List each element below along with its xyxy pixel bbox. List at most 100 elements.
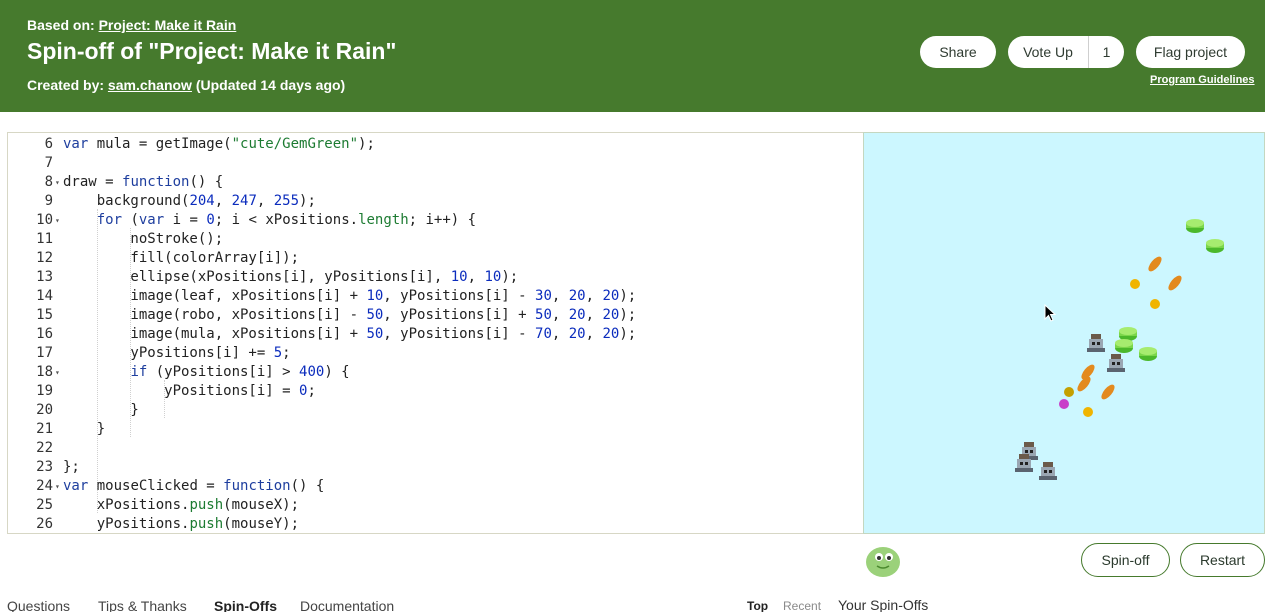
mouse-cursor-icon [1044, 303, 1057, 322]
line-number: 22 [36, 440, 53, 456]
tab-spin-offs[interactable]: Spin-Offs [214, 598, 277, 612]
spin-off-button[interactable]: Spin-off [1081, 543, 1170, 577]
leaf-icon [1101, 384, 1115, 400]
line-number: 15 [36, 307, 53, 323]
share-button[interactable]: Share [920, 36, 996, 68]
code-line[interactable]: 14 image(leaf, xPositions[i] + 10, yPosi… [8, 287, 863, 306]
code-text: fill(colorArray[i]); [63, 250, 300, 266]
sort-recent[interactable]: Recent [783, 599, 821, 612]
code-line[interactable]: 16 image(mula, xPositions[i] + 50, yPosi… [8, 325, 863, 344]
code-text: ellipse(xPositions[i], yPositions[i], 10… [63, 269, 519, 285]
code-line[interactable]: 22 [8, 439, 863, 458]
code-text: image(leaf, xPositions[i] + 10, yPositio… [63, 288, 637, 304]
code-text: noStroke(); [63, 231, 224, 247]
line-number: 8 [44, 174, 53, 190]
line-number: 19 [36, 383, 53, 399]
project-header: Based on: Project: Make it Rain Spin-off… [0, 0, 1265, 112]
code-text: xPositions.push(mouseX); [63, 497, 300, 513]
created-by-label: Created by: [27, 77, 105, 93]
code-line[interactable]: 24 ▾ var mouseClicked = function() { [8, 477, 863, 496]
line-number: 17 [36, 345, 53, 361]
line-number: 25 [36, 497, 53, 513]
code-line[interactable]: 26 yPositions.push(mouseY); [8, 515, 863, 533]
spin-off-label: Spin-off [1101, 552, 1150, 568]
tab-questions[interactable]: Questions [7, 598, 70, 612]
line-number: 11 [36, 231, 53, 247]
dot [1064, 387, 1074, 397]
vote-up-label: Vote Up [1023, 44, 1073, 60]
code-text: if (yPositions[i] > 400) { [130, 364, 350, 380]
flag-project-button[interactable]: Flag project [1136, 36, 1245, 68]
canvas-drawing [1015, 219, 1224, 480]
code-line[interactable]: 23}; [8, 458, 863, 477]
your-spin-offs[interactable]: Your Spin-Offs [838, 597, 928, 612]
avatar [864, 543, 902, 579]
fold-arrow-icon[interactable]: ▾ [55, 477, 63, 496]
code-text: }; [63, 459, 80, 475]
code-line[interactable]: 12 fill(colorArray[i]); [8, 249, 863, 268]
code-text: background(204, 247, 255); [63, 193, 316, 209]
code-text: var mula = getImage("cute/GemGreen"); [63, 136, 375, 152]
restart-button[interactable]: Restart [1180, 543, 1265, 577]
line-number: 7 [44, 155, 53, 171]
fold-arrow-icon[interactable]: ▾ [55, 363, 63, 382]
code-line[interactable]: 15 image(robo, xPositions[i] - 50, yPosi… [8, 306, 863, 325]
code-text: yPositions.push(mouseY); [63, 516, 300, 532]
code-editor[interactable]: 6 var mula = getImage("cute/GemGreen"); 7 8… [7, 132, 863, 534]
dot [1150, 299, 1160, 309]
line-number: 12 [36, 250, 53, 266]
code-text: draw = function() { [63, 174, 224, 190]
robot-icon [1107, 354, 1125, 372]
code-line[interactable]: 10 ▾ for (var i = 0; i < xPositions.lengt… [8, 211, 863, 230]
code-line[interactable]: 19 yPositions[i] = 0; [8, 382, 863, 401]
author-link[interactable]: sam.chanow [108, 77, 192, 93]
code-line[interactable]: 8 ▾ draw = function() { [8, 173, 863, 192]
fold-arrow-icon[interactable]: ▾ [55, 211, 63, 230]
program-output-canvas[interactable] [863, 132, 1265, 534]
code-line[interactable]: 9 background(204, 247, 255); [8, 192, 863, 211]
share-label: Share [939, 44, 977, 60]
code-text: } [63, 421, 106, 437]
line-number: 20 [36, 402, 53, 418]
tab-tips-thanks[interactable]: Tips & Thanks [98, 598, 187, 612]
based-on-link[interactable]: Project: Make it Rain [99, 17, 237, 33]
line-number: 14 [36, 288, 53, 304]
vote-up-button[interactable]: Vote Up 1 [1008, 36, 1124, 68]
created-by: Created by: sam.chanow (Updated 14 days … [27, 77, 345, 93]
code-line[interactable]: 13 ellipse(xPositions[i], yPositions[i],… [8, 268, 863, 287]
fold-arrow-icon[interactable]: ▾ [55, 173, 63, 192]
gem-green-icon [1139, 347, 1157, 361]
code-text: for (var i = 0; i < xPositions.length; i… [96, 212, 477, 228]
line-number: 10 [36, 212, 53, 228]
vote-count: 1 [1102, 44, 1111, 60]
line-number: 9 [44, 193, 53, 209]
code-text: yPositions[i] = 0; [63, 383, 316, 399]
sort-top[interactable]: Top [747, 599, 768, 612]
code-line[interactable]: 21 } [8, 420, 863, 439]
code-line[interactable]: 17 yPositions[i] += 5; [8, 344, 863, 363]
code-line[interactable]: 25 xPositions.push(mouseX); [8, 496, 863, 515]
program-guidelines-link[interactable]: Program Guidelines [1150, 74, 1255, 86]
robot-icon [1087, 334, 1105, 352]
line-number: 21 [36, 421, 53, 437]
tab-documentation[interactable]: Documentation [300, 598, 394, 612]
leaf-icon [1168, 275, 1182, 291]
code-text: } [63, 402, 139, 418]
code-line[interactable]: 18 ▾ if (yPositions[i] > 400) { [8, 363, 863, 382]
code-line[interactable]: 6 var mula = getImage("cute/GemGreen"); [8, 135, 863, 154]
flag-label: Flag project [1153, 44, 1228, 60]
based-on: Based on: Project: Make it Rain [27, 17, 236, 33]
line-number: 24 [36, 478, 53, 494]
code-line[interactable]: 7 [8, 154, 863, 173]
restart-label: Restart [1199, 552, 1246, 568]
leaf-icon [1148, 256, 1162, 272]
line-number: 23 [36, 459, 53, 475]
code-line[interactable]: 11 noStroke(); [8, 230, 863, 249]
dot [1083, 407, 1093, 417]
line-number: 13 [36, 269, 53, 285]
based-on-label: Based on: [27, 17, 95, 33]
gem-green-icon [1186, 219, 1204, 233]
code-line[interactable]: 20 } [8, 401, 863, 420]
robot-icon [1039, 462, 1057, 480]
code-text: var mouseClicked = function() { [63, 478, 325, 494]
